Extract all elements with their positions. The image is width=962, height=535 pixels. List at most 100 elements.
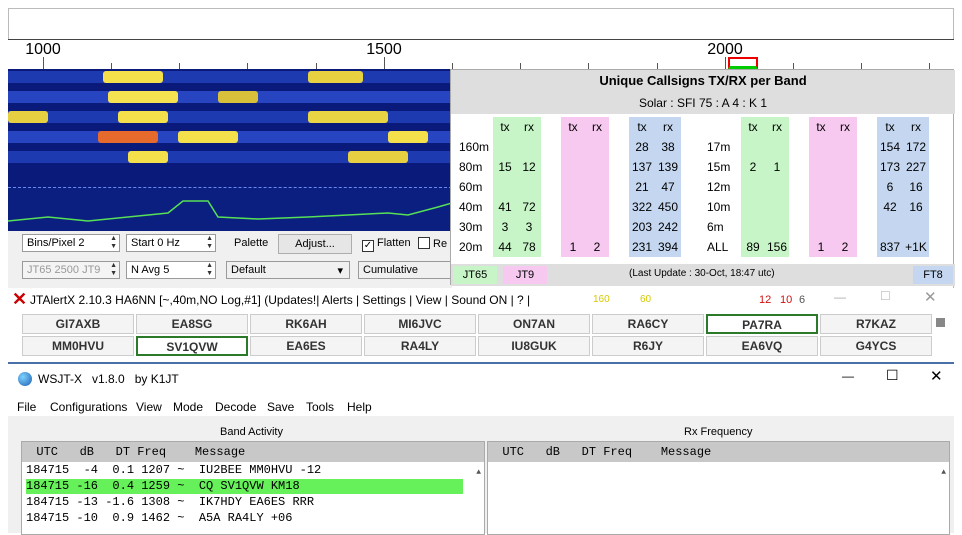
table-cell: 203 — [629, 217, 655, 237]
scroll-up-icon[interactable]: ▲ — [941, 468, 946, 477]
table-cell: 12m — [707, 180, 731, 194]
decode-line[interactable]: 184715 -13 -1.6 1308 ~ IK7HDY EA6ES RRR — [26, 495, 314, 510]
table-cell — [517, 137, 541, 157]
chevron-down-icon: ▾ — [337, 265, 343, 277]
start-frequency-spinbox[interactable]: Start 0 Hz ▲ ▼ — [126, 234, 216, 252]
flatten-checkbox[interactable]: ✓ Flatten — [362, 237, 411, 252]
table-cell: 837 — [877, 237, 903, 257]
jt9-mode-tab[interactable]: JT9 — [503, 266, 547, 284]
tx-frequency-marker[interactable] — [728, 57, 758, 69]
callsign-cell[interactable]: EA8SG — [136, 314, 248, 334]
callsign-cell[interactable]: PA7RA — [706, 314, 818, 334]
table-cell: 6 — [877, 177, 903, 197]
table-cell — [561, 197, 585, 217]
callsign-cell[interactable]: RA6CY — [592, 314, 704, 334]
menu-save[interactable]: Save — [267, 400, 294, 414]
last-update-text: (Last Update : 30-Oct, 18:47 utc) — [629, 268, 775, 279]
table-cell — [741, 177, 765, 197]
table-cell — [833, 217, 857, 237]
band-indicator-12: 12 — [759, 294, 772, 306]
callsign-cell[interactable]: RA4LY — [364, 336, 476, 356]
adjust-button[interactable]: Adjust... — [278, 234, 352, 254]
callsign-cell[interactable]: IU8GUK — [478, 336, 590, 356]
maximize-icon[interactable]: ☐ — [886, 367, 899, 384]
table-cell — [833, 197, 857, 217]
table-cell: 80m — [459, 160, 483, 174]
rx-frequency-header: UTC dB DT Freq Message — [488, 442, 949, 462]
ref-spec-checkbox[interactable]: Re — [418, 237, 447, 250]
table-cell — [809, 157, 833, 177]
globe-icon — [18, 372, 32, 386]
spectrum-type-select[interactable]: Cumulative — [358, 261, 452, 279]
close-icon[interactable]: ✕ — [924, 288, 937, 306]
callsign-cell[interactable]: RK6AH — [250, 314, 362, 334]
n-avg-spinbox[interactable]: N Avg 5 ▲ ▼ — [126, 261, 216, 279]
bins-per-pixel-spinbox[interactable]: Bins/Pixel 2 ▲ ▼ — [22, 234, 120, 252]
table-cell: 20m — [459, 240, 483, 254]
callsign-cell[interactable]: R6JY — [592, 336, 704, 356]
table-cell — [585, 217, 609, 237]
table-cell — [833, 137, 857, 157]
jt65-jt9-split-spinbox[interactable]: JT65 2500 JT9 ▲ ▼ — [22, 261, 120, 279]
callsign-cell[interactable]: GI7AXB — [22, 314, 134, 334]
ft8-mode-tab[interactable]: FT8 — [913, 266, 953, 284]
callsign-cell[interactable]: EA6VQ — [706, 336, 818, 356]
wsjtx-window: WSJT-X v1.8.0 by K1JT — ☐ ✕ File Configu… — [8, 362, 954, 535]
minimize-icon[interactable]: — — [842, 369, 854, 383]
callsign-cell[interactable]: ON7AN — [478, 314, 590, 334]
jtalert-title-bar: ✕ JTAlertX 2.10.3 HA6NN [~,40m,NO Log,#1… — [8, 288, 954, 312]
table-cell: 227 — [903, 157, 929, 177]
table-cell: 2 — [833, 237, 857, 257]
table-cell: 16 — [903, 197, 929, 217]
table-cell — [517, 177, 541, 197]
callsign-cell[interactable]: MM0HVU — [22, 336, 134, 356]
maximize-icon[interactable]: ☐ — [880, 289, 891, 303]
minimize-icon[interactable]: — — [834, 290, 846, 304]
table-cell: 47 — [655, 177, 681, 197]
rx-frequency-pane[interactable]: UTC dB DT Freq Message ▲ — [487, 441, 950, 535]
close-icon[interactable]: ✕ — [930, 367, 943, 385]
menu-view[interactable]: View — [136, 400, 162, 414]
jtalert-title[interactable]: JTAlertX 2.10.3 HA6NN [~,40m,NO Log,#1] … — [30, 293, 530, 307]
decode-line-highlighted[interactable]: 184715 -16 0.4 1259 ~ CQ SV1QVW KM18 — [26, 479, 463, 494]
table-cell: 42 — [877, 197, 903, 217]
table-row: 30m 3 3 203 242 6m — [453, 217, 929, 237]
menu-decode[interactable]: Decode — [215, 400, 256, 414]
table-cell: 89 — [741, 237, 765, 257]
table-cell — [809, 137, 833, 157]
callsign-cell[interactable]: MI6JVC — [364, 314, 476, 334]
table-cell — [765, 137, 789, 157]
palette-label: Palette — [234, 237, 269, 249]
callsign-cell[interactable]: R7KAZ — [820, 314, 932, 334]
band-indicator-60: 60 — [640, 294, 652, 305]
menu-configurations[interactable]: Configurations — [50, 400, 127, 414]
callsign-cell[interactable]: G4YCS — [820, 336, 932, 356]
menu-file[interactable]: File — [17, 400, 36, 414]
callsign-cell[interactable]: EA6ES — [250, 336, 362, 356]
table-cell — [741, 197, 765, 217]
callsign-cell[interactable]: SV1QVW — [136, 336, 248, 356]
table-cell: 160m — [459, 140, 490, 154]
table-cell: 172 — [903, 137, 929, 157]
table-cell: 72 — [517, 197, 541, 217]
band-activity-header: UTC dB DT Freq Message — [22, 442, 484, 462]
jt65-mode-tab[interactable]: JT65 — [453, 266, 497, 284]
scroll-up-icon[interactable]: ▲ — [476, 468, 481, 477]
decode-line[interactable]: 184715 -4 0.1 1207 ~ IU2BEE MM0HVU -12 — [26, 463, 321, 478]
band-activity-label: Band Activity — [220, 426, 283, 438]
table-cell: 231 — [629, 237, 655, 257]
menu-tools[interactable]: Tools — [306, 400, 334, 414]
menu-mode[interactable]: Mode — [173, 400, 203, 414]
table-cell — [561, 157, 585, 177]
band-activity-pane[interactable]: UTC dB DT Freq Message 184715 -4 0.1 120… — [21, 441, 485, 535]
menu-help[interactable]: Help — [347, 400, 372, 414]
waterfall-display[interactable] — [8, 69, 452, 231]
palette-select[interactable]: Default ▾ — [226, 261, 350, 279]
table-cell — [833, 177, 857, 197]
decode-line[interactable]: 184715 -10 0.9 1462 ~ A5A RA4LY +06 — [26, 511, 292, 526]
check-icon: ✓ — [362, 240, 374, 252]
table-cell: 10m — [707, 200, 731, 214]
table-cell: 1 — [765, 157, 789, 177]
scroll-handle-icon[interactable] — [936, 318, 945, 327]
table-cell: 137 — [629, 157, 655, 177]
